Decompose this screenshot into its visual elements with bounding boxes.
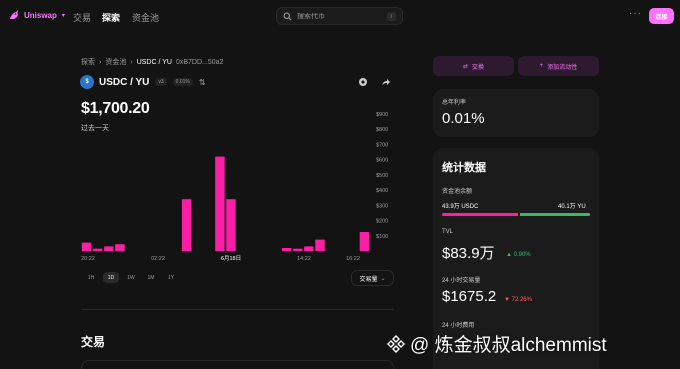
time-range-selector: 1H 1D 1W 1M 1Y: [83, 272, 179, 283]
nav-link-trade[interactable]: 交易: [73, 11, 91, 24]
x-tick-label: 02:22: [151, 256, 165, 262]
nav-link-explore[interactable]: 探索: [102, 11, 120, 24]
y-tick-label: $300: [376, 203, 388, 209]
fee-badge: 0.01%: [172, 78, 193, 86]
breadcrumb-pools[interactable]: 资金池: [105, 57, 126, 67]
apr-value: 0.01%: [442, 110, 485, 127]
y-tick-label: $200: [376, 219, 388, 225]
add-liquidity-label: 添加流动性: [547, 64, 578, 71]
apr-label: 总年利率: [442, 100, 467, 106]
chevron-right-icon: ›: [99, 58, 102, 66]
volume-bar[interactable]: [315, 239, 325, 251]
range-1h[interactable]: 1H: [83, 272, 99, 283]
y-tick-label: $900: [376, 112, 388, 118]
chart-metric-dropdown[interactable]: 交易量 ⌄: [351, 270, 394, 286]
volume-bar[interactable]: [281, 248, 292, 251]
pair-header: $ USDC / YU v3 0.01% ⇅: [80, 75, 206, 89]
search-bar[interactable]: /: [276, 7, 403, 25]
pool-balance-label: 资金池余额: [442, 189, 473, 195]
range-1w[interactable]: 1W: [123, 272, 139, 283]
x-tick-label: 20:22: [81, 256, 95, 262]
y-tick-label: $400: [376, 188, 388, 194]
volume-chart: $100 $200 $300 $400 $500 $600 $700 $800 $900 20:2…: [78, 108, 398, 268]
y-tick-label: $700: [376, 142, 388, 148]
x-tick-label: 14:22: [297, 256, 311, 262]
volume-bar[interactable]: [293, 248, 303, 251]
volume-bar[interactable]: [215, 156, 225, 251]
range-1y[interactable]: 1Y: [163, 272, 179, 283]
x-tick-label: 16:22: [346, 256, 360, 262]
tvl-label: TVL: [442, 229, 454, 235]
swap-button[interactable]: ⇄ 交换: [433, 56, 514, 76]
breadcrumb-current: USDC / YU: [136, 58, 172, 66]
volume-bar[interactable]: [81, 242, 92, 251]
nav-link-pools[interactable]: 资金池: [132, 11, 159, 24]
x-tick-label: 6月18日: [221, 255, 241, 262]
volume-label: 24 小时交易量: [442, 278, 481, 284]
volume-bar[interactable]: [304, 246, 314, 251]
swap-direction-icon[interactable]: ⇅: [199, 78, 206, 87]
pool-address[interactable]: 0xB7DD...50a2: [176, 59, 223, 66]
transactions-table: [81, 360, 394, 369]
brand-name: Uniswap: [24, 10, 57, 20]
chart-metric-label: 交易量: [359, 276, 378, 283]
stats-title: 统计数据: [442, 162, 486, 174]
brand-logo[interactable]: Uniswap ▾: [8, 9, 65, 21]
etherscan-icon[interactable]: [358, 77, 368, 87]
volume-bar[interactable]: [115, 244, 125, 251]
watermark: @ 炼金叔叔alchemmist: [386, 330, 607, 357]
pool-balance-bar: [442, 213, 590, 216]
version-badge: v3: [155, 78, 167, 86]
search-input[interactable]: [297, 12, 387, 20]
range-1m[interactable]: 1M: [143, 272, 159, 283]
balance-left: 43.9万 USDC: [442, 204, 479, 210]
search-icon: [283, 12, 292, 20]
volume-bar[interactable]: [104, 246, 114, 251]
search-shortcut-key: /: [387, 12, 396, 21]
fees-label: 24 小时费用: [442, 323, 475, 329]
unicorn-icon: [10, 10, 18, 19]
volume-chart-svg: $100 $200 $300 $400 $500 $600 $700 $800 $900 20:2…: [81, 112, 388, 262]
swap-button-label: 交换: [472, 64, 485, 71]
volume-change-value: 72.26%: [511, 297, 532, 303]
range-1d[interactable]: 1D: [103, 272, 119, 283]
balance-bar-usdc: [442, 213, 518, 216]
more-menu-button[interactable]: ···: [629, 8, 642, 19]
balance-bar-yu: [520, 213, 590, 216]
breadcrumb: 探索 › 资金池 › USDC / YU 0xB7DD...50a2: [81, 57, 223, 67]
usdc-icon: $: [80, 75, 94, 89]
tvl-change: ▲ 0.90%: [506, 252, 531, 258]
y-tick-label: $100: [376, 234, 388, 240]
binance-icon: [387, 334, 405, 353]
chevron-down-icon: ⌄: [380, 275, 386, 282]
volume-bar[interactable]: [92, 248, 103, 251]
section-divider: [81, 309, 394, 310]
transactions-heading: 交易: [81, 335, 106, 349]
share-icon[interactable]: [381, 77, 391, 87]
top-nav: Uniswap ▾ 交易 探索 资金池 / ··· 连接: [0, 0, 680, 34]
volume-value: $1675.2: [442, 288, 497, 305]
volume-bar[interactable]: [359, 232, 370, 251]
connect-button[interactable]: 连接: [649, 8, 674, 24]
chevron-right-icon: ›: [130, 58, 133, 66]
y-tick-label: $800: [376, 127, 388, 133]
y-tick-label: $500: [376, 173, 388, 179]
volume-bar[interactable]: [226, 199, 236, 251]
tvl-change-value: 0.90%: [513, 252, 531, 258]
volume-change: ▼ 72.26%: [504, 297, 532, 303]
chevron-down-icon[interactable]: ▾: [62, 12, 65, 19]
breadcrumb-explore[interactable]: 探索: [81, 57, 95, 67]
pair-name: USDC / YU: [99, 76, 150, 88]
volume-bar[interactable]: [181, 199, 192, 251]
balance-right: 40.1万 YU: [558, 204, 586, 210]
watermark-text: @ 炼金叔叔alchemmist: [410, 335, 607, 356]
swap-icon: ⇄: [462, 63, 468, 70]
tvl-value: $83.9万: [442, 245, 495, 262]
add-liquidity-button[interactable]: + 添加流动性: [518, 56, 599, 76]
plus-icon: +: [539, 63, 544, 69]
y-tick-label: $600: [376, 158, 388, 164]
